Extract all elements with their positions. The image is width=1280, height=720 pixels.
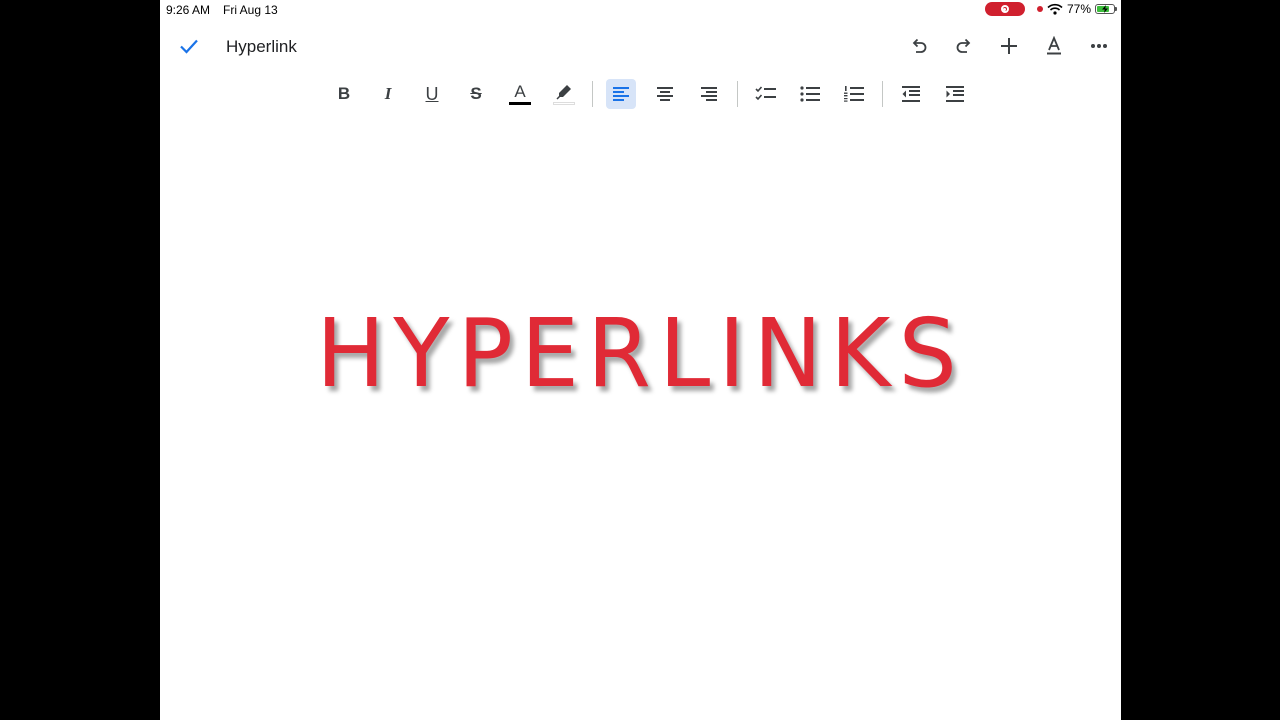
highlighter-icon bbox=[556, 85, 571, 100]
text-color-icon: A bbox=[514, 82, 526, 101]
status-right: 77% bbox=[984, 2, 1117, 16]
bulleted-list-icon bbox=[800, 86, 820, 102]
increase-indent-button[interactable] bbox=[940, 79, 970, 109]
italic-button[interactable]: I bbox=[373, 79, 403, 109]
plus-icon bbox=[1000, 38, 1017, 54]
battery-percent: 77% bbox=[1066, 2, 1091, 16]
redo-icon bbox=[956, 38, 970, 53]
underline-icon: U bbox=[425, 83, 439, 104]
undo-button[interactable] bbox=[896, 30, 941, 62]
status-date: Fri Aug 13 bbox=[223, 3, 278, 17]
toolbar-divider bbox=[592, 81, 593, 107]
text-format-icon bbox=[1046, 36, 1061, 55]
checklist-button[interactable] bbox=[751, 79, 781, 109]
align-center-button[interactable] bbox=[650, 79, 680, 109]
bold-button[interactable]: B bbox=[329, 79, 359, 109]
insert-button[interactable] bbox=[986, 30, 1031, 62]
underline-button[interactable]: U bbox=[417, 79, 447, 109]
decrease-indent-icon bbox=[902, 86, 920, 102]
redo-button[interactable] bbox=[941, 30, 986, 62]
toolbar-divider bbox=[737, 81, 738, 107]
numbered-list-button[interactable] bbox=[839, 79, 869, 109]
checklist-icon bbox=[755, 86, 776, 101]
text-format-button[interactable] bbox=[1031, 30, 1076, 62]
decrease-indent-button[interactable] bbox=[896, 79, 926, 109]
app-bar: Hyperlink bbox=[160, 24, 1121, 68]
status-time: 9:26 AM bbox=[166, 3, 211, 17]
strikethrough-button[interactable]: S bbox=[461, 79, 491, 109]
battery-icon bbox=[1095, 4, 1117, 14]
bold-icon: B bbox=[337, 84, 351, 103]
document-canvas[interactable]: HYPERLINKS bbox=[160, 120, 1121, 720]
text-color-button[interactable]: A bbox=[505, 79, 535, 109]
highlight-button[interactable] bbox=[549, 79, 579, 109]
microphone-indicator-icon bbox=[1036, 6, 1043, 12]
document-headline[interactable]: HYPERLINKS bbox=[160, 298, 1121, 408]
more-icon bbox=[1090, 44, 1107, 48]
bulleted-list-button[interactable] bbox=[795, 79, 825, 109]
strikethrough-icon: S bbox=[470, 84, 482, 103]
done-checkmark-icon[interactable] bbox=[178, 35, 200, 57]
align-right-icon bbox=[701, 87, 717, 101]
italic-icon: I bbox=[384, 84, 392, 103]
text-color-swatch bbox=[509, 102, 531, 105]
align-right-button[interactable] bbox=[694, 79, 724, 109]
app-bar-actions bbox=[896, 30, 1121, 62]
align-left-button[interactable] bbox=[606, 79, 636, 109]
toolbar-divider bbox=[882, 81, 883, 107]
status-bar: 9:26 AM Fri Aug 13 77% bbox=[160, 0, 1121, 20]
more-options-button[interactable] bbox=[1076, 30, 1121, 62]
app-screen: 9:26 AM Fri Aug 13 77% Hyperlink B I U S… bbox=[160, 0, 1121, 720]
align-left-icon bbox=[613, 87, 629, 101]
increase-indent-icon bbox=[946, 86, 964, 102]
charging-bolt-icon bbox=[1102, 5, 1108, 13]
wifi-icon bbox=[1047, 3, 1063, 15]
formatting-toolbar: B I U S A bbox=[322, 78, 977, 110]
align-center-icon bbox=[657, 87, 673, 101]
undo-icon bbox=[912, 38, 926, 53]
numbered-list-icon bbox=[844, 86, 864, 102]
highlight-color-swatch bbox=[553, 102, 575, 105]
screen-recording-icon[interactable] bbox=[984, 2, 1025, 16]
document-title[interactable]: Hyperlink bbox=[226, 37, 297, 57]
